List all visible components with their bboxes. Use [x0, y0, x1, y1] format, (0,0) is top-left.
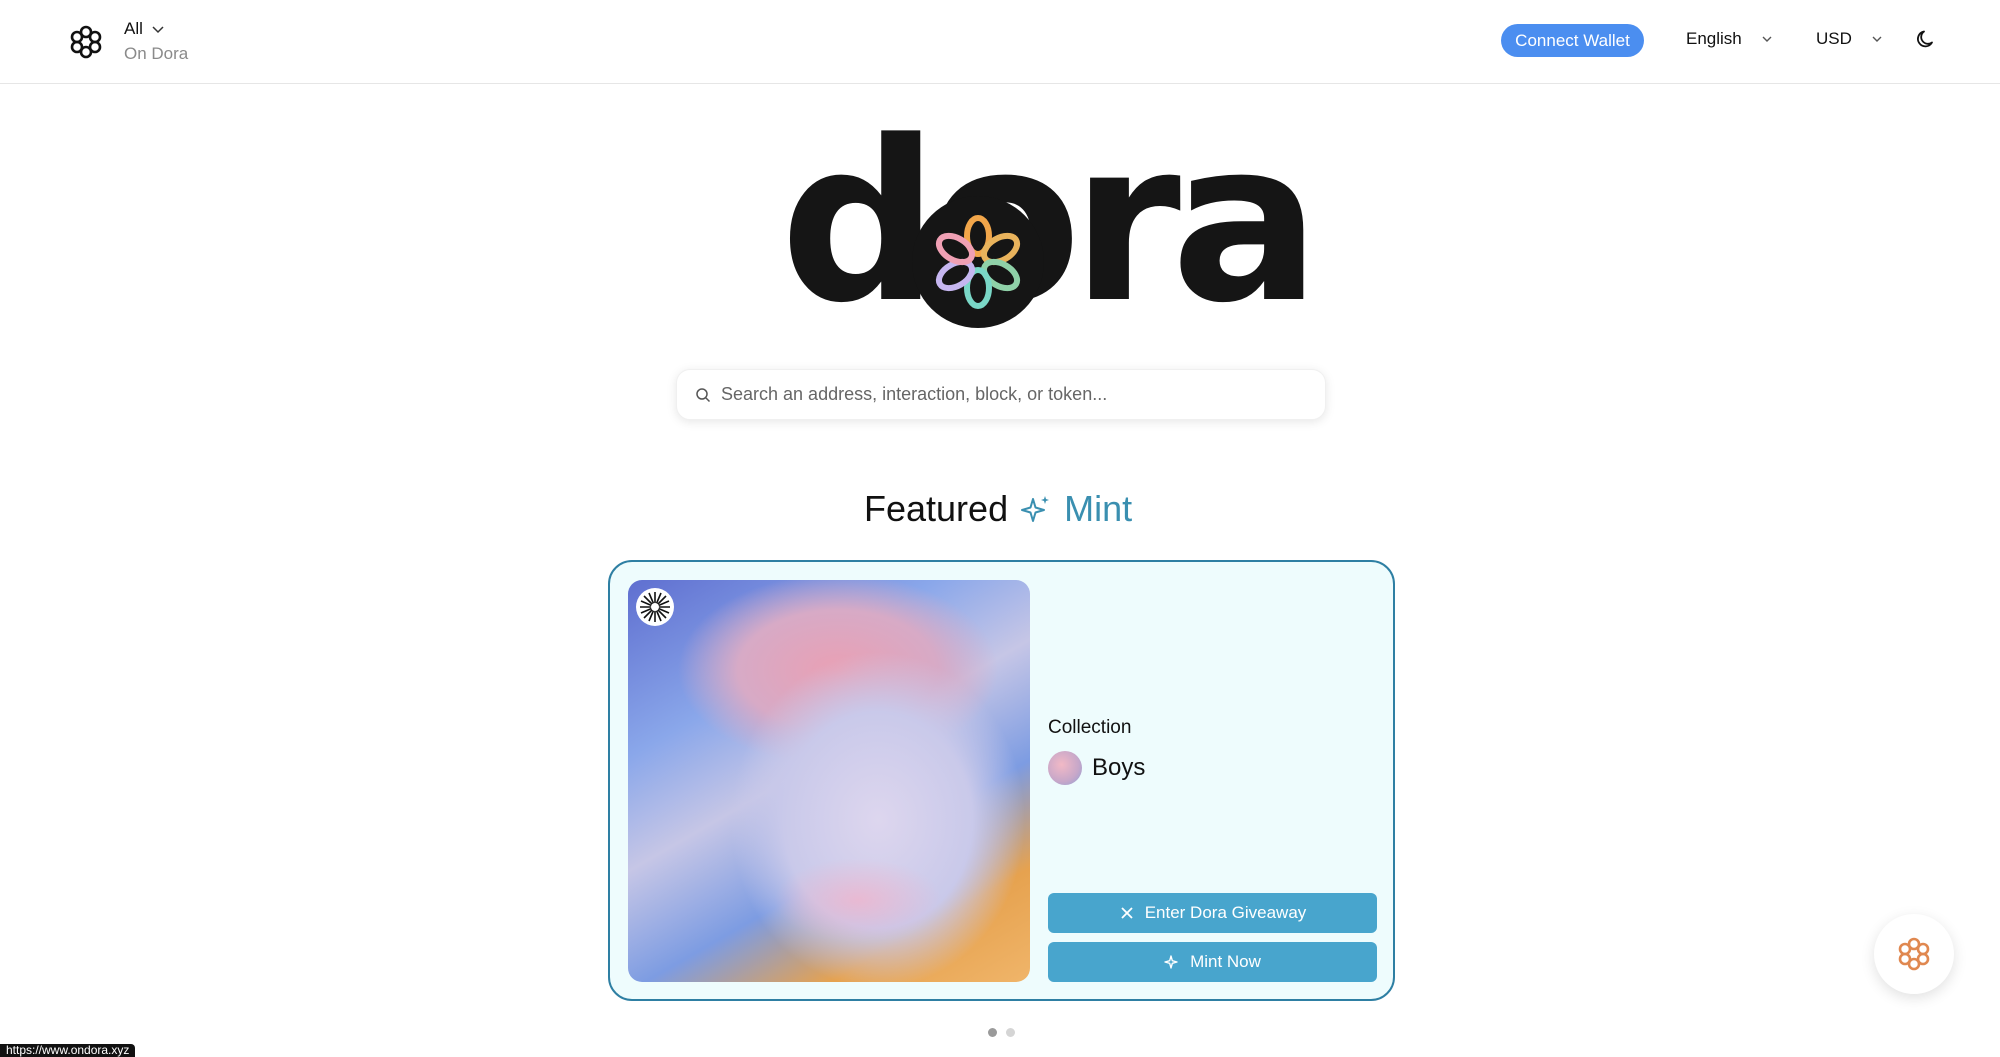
chevron-down-icon [1762, 36, 1772, 42]
currency-selector[interactable]: USD [1816, 29, 1884, 49]
language-label: English [1686, 29, 1742, 48]
sparkle-icon [1021, 496, 1050, 522]
connect-wallet-button[interactable]: Connect Wallet [1501, 24, 1644, 57]
dora-float-button[interactable] [1874, 914, 1954, 994]
status-url: https://www.ondora.xyz [0, 1044, 136, 1057]
featured-accent: Mint [1064, 488, 1133, 529]
chevron-down-icon [152, 26, 164, 34]
sparkle-icon [1164, 955, 1178, 969]
mint-now-label: Mint Now [1190, 952, 1261, 971]
search-bar[interactable] [676, 369, 1326, 420]
dora-logo-icon[interactable] [68, 24, 104, 60]
dora-color-icon [935, 215, 1021, 309]
carousel-dots [988, 1028, 1015, 1037]
enter-giveaway-button[interactable]: Enter Dora Giveaway [1048, 893, 1377, 933]
hero-logo-o [912, 196, 1044, 328]
network-selector[interactable]: All On Dora [124, 19, 188, 64]
moon-icon[interactable] [1915, 28, 1937, 50]
network-label: All [124, 19, 143, 38]
search-icon [696, 387, 711, 402]
x-icon [1121, 907, 1133, 919]
collection-artwork[interactable] [628, 580, 1030, 982]
collection-label: Collection [1048, 717, 1132, 738]
currency-label: USD [1816, 29, 1852, 48]
featured-heading: Featured Mint [864, 488, 1132, 530]
carousel-dot-1[interactable] [988, 1028, 997, 1037]
featured-mint-card: Collection Boys Enter Dora Giveaway Mint… [608, 560, 1395, 1001]
language-selector[interactable]: English [1686, 29, 1774, 49]
mint-now-button[interactable]: Mint Now [1048, 942, 1377, 982]
search-input[interactable] [721, 384, 1301, 405]
collection-badge-icon [636, 588, 674, 626]
enter-giveaway-label: Enter Dora Giveaway [1144, 903, 1307, 922]
carousel-dot-2[interactable] [1006, 1028, 1015, 1037]
dora-float-icon [1898, 937, 1930, 971]
chevron-down-icon [1872, 36, 1882, 42]
hero-logo-text: dora [780, 94, 1321, 352]
collection-link[interactable]: Boys [1048, 751, 1145, 785]
network-sublabel: On Dora [124, 44, 189, 63]
hero-logo: dora [780, 112, 1321, 334]
top-header: All On Dora Connect Wallet English USD [0, 0, 2000, 84]
collection-avatar [1048, 751, 1082, 785]
featured-title: Featured [864, 488, 1009, 529]
collection-name: Boys [1092, 754, 1146, 781]
